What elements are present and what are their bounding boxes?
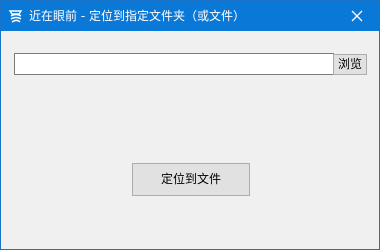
close-button[interactable] bbox=[335, 1, 379, 31]
app-logo-icon bbox=[8, 8, 24, 24]
window-title: 近在眼前 - 定位到指定文件夹（或文件） bbox=[29, 9, 245, 23]
dialog-window: 近在眼前 - 定位到指定文件夹（或文件） 浏览 定位到文件 bbox=[0, 0, 380, 250]
path-input[interactable] bbox=[14, 53, 334, 75]
close-icon bbox=[351, 10, 363, 22]
locate-file-button[interactable]: 定位到文件 bbox=[132, 163, 250, 196]
title-bar[interactable]: 近在眼前 - 定位到指定文件夹（或文件） bbox=[1, 1, 379, 31]
browse-button[interactable]: 浏览 bbox=[333, 54, 367, 75]
